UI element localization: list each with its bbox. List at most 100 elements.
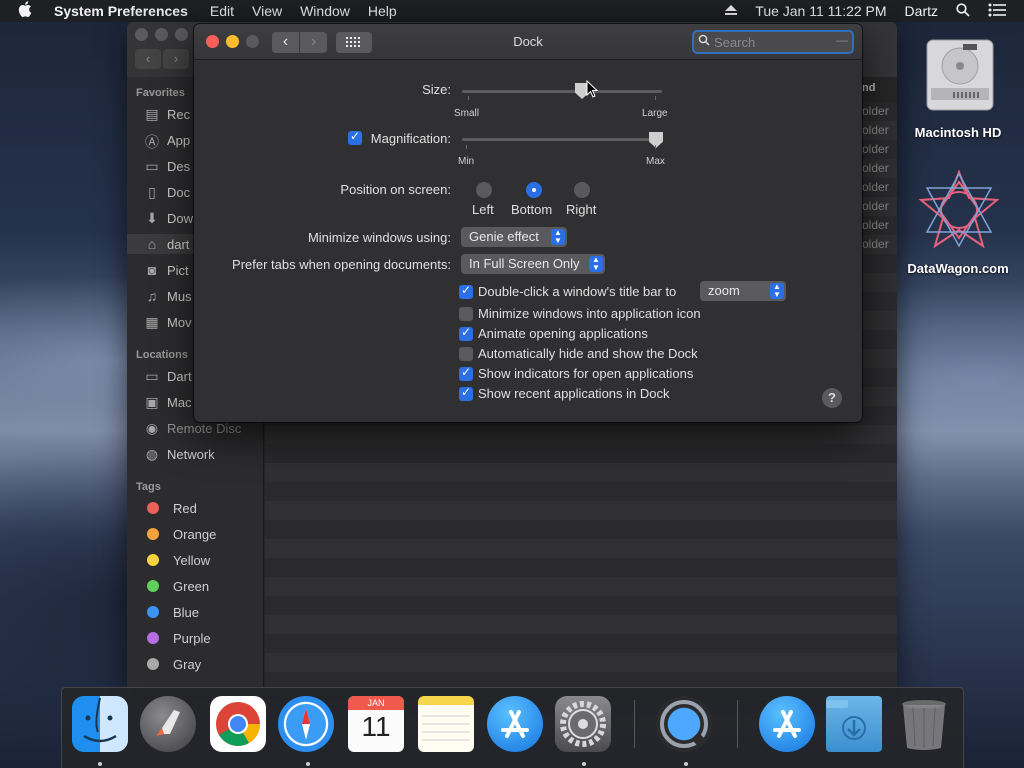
- animate-opening-checkbox[interactable]: [459, 325, 473, 341]
- desktop-icon: ▭: [145, 158, 159, 174]
- sidebar-tag-orange[interactable]: Orange: [143, 524, 261, 544]
- sidebar-tag-yellow[interactable]: Yellow: [143, 550, 261, 570]
- prefer-tabs-popup[interactable]: In Full Screen Only ▲ ▼: [461, 254, 605, 274]
- finder-close-button[interactable]: [135, 28, 148, 41]
- datawagon-icon[interactable]: [917, 168, 1001, 255]
- sidebar-tag-green[interactable]: Green: [143, 576, 261, 596]
- recents-icon: ▤: [145, 106, 159, 122]
- kind-cell: older: [862, 180, 889, 194]
- hard-drive-icon: ▣: [145, 394, 159, 410]
- dock-trash-icon[interactable]: [896, 696, 952, 752]
- prefs-titlebar: ‹ › Dock —: [194, 24, 862, 60]
- search-clear-icon[interactable]: —: [836, 33, 848, 47]
- tag-gray-dot: [147, 658, 159, 670]
- spotlight-search-icon[interactable]: [956, 2, 970, 20]
- double-click-label: Double-click a window's title bar to: [478, 284, 677, 299]
- position-bottom-label: Bottom: [511, 202, 553, 217]
- magnification-min-label: Min: [458, 156, 475, 167]
- dock-launchpad-icon[interactable]: [140, 696, 196, 752]
- sidebar-tag-blue[interactable]: Blue: [143, 602, 261, 622]
- dock-calendar-icon[interactable]: JAN 11: [348, 696, 404, 752]
- dock-notes-icon[interactable]: [418, 696, 474, 752]
- position-left-radio[interactable]: [476, 182, 492, 198]
- dock-safari-icon[interactable]: [278, 696, 334, 752]
- tag-yellow-dot: [147, 554, 159, 566]
- locations-header: Locations: [136, 349, 188, 361]
- macintosh-hd-label[interactable]: Macintosh HD: [898, 125, 1018, 140]
- tag-blue-dot: [147, 606, 159, 618]
- sidebar-item-network[interactable]: ◍ Network: [143, 444, 261, 464]
- dock-chrome-icon[interactable]: [210, 696, 266, 752]
- macintosh-hd-icon[interactable]: [923, 30, 997, 115]
- position-right-radio[interactable]: [574, 182, 590, 198]
- kind-cell: older: [862, 104, 889, 118]
- position-bottom-radio[interactable]: [526, 182, 542, 198]
- search-field[interactable]: —: [692, 30, 854, 54]
- size-min-label: Small: [454, 108, 480, 119]
- pictures-icon: ◙: [147, 262, 157, 278]
- dock: JAN 11: [61, 687, 964, 768]
- menu-window[interactable]: Window: [300, 3, 350, 19]
- user-menu[interactable]: Dartz: [905, 3, 938, 19]
- finder-back-button[interactable]: ‹: [135, 49, 161, 69]
- music-icon: ♫: [146, 288, 158, 304]
- dock-quicktime-icon[interactable]: [656, 696, 712, 752]
- downloads-icon: ⬇: [146, 210, 158, 226]
- show-indicators-checkbox[interactable]: [459, 365, 473, 381]
- size-tick: [655, 96, 656, 100]
- kind-cell: older: [862, 123, 889, 137]
- disc-icon: ◉: [145, 420, 159, 436]
- movies-icon: ▦: [145, 314, 159, 330]
- notification-center-icon[interactable]: [988, 3, 1006, 20]
- minimize-effect-popup[interactable]: Genie effect ▲ ▼: [461, 227, 567, 247]
- show-recent-apps-label: Show recent applications in Dock: [478, 386, 670, 401]
- clock[interactable]: Tue Jan 11 11:22 PM: [755, 3, 886, 19]
- datawagon-label[interactable]: DataWagon.com: [898, 261, 1018, 276]
- show-recent-apps-checkbox[interactable]: [459, 385, 473, 401]
- kind-cell: older: [862, 237, 889, 251]
- kind-column-header[interactable]: nd: [862, 82, 875, 94]
- finder-zoom-button[interactable]: [175, 28, 188, 41]
- help-button[interactable]: ?: [822, 388, 842, 408]
- position-label: Position on screen:: [340, 182, 451, 197]
- running-indicator: [306, 762, 310, 766]
- minimize-into-icon-checkbox[interactable]: [459, 307, 473, 321]
- menu-view[interactable]: View: [252, 3, 282, 19]
- size-label: Size:: [422, 82, 451, 97]
- dock-app-store-icon[interactable]: [487, 696, 543, 752]
- calendar-month: JAN: [348, 696, 404, 710]
- double-click-checkbox[interactable]: [459, 283, 473, 299]
- animate-opening-label: Animate opening applications: [478, 326, 648, 341]
- sidebar-tag-red[interactable]: Red: [143, 498, 261, 518]
- kind-cell: older: [862, 218, 889, 232]
- menu-help[interactable]: Help: [368, 3, 397, 19]
- autohide-dock-checkbox[interactable]: [459, 347, 473, 361]
- sidebar-tag-purple[interactable]: Purple: [143, 628, 261, 648]
- documents-icon: ▯: [148, 184, 156, 200]
- tag-red-dot: [147, 502, 159, 514]
- search-input[interactable]: [714, 34, 834, 50]
- tags-header: Tags: [136, 481, 161, 493]
- magnification-slider-thumb[interactable]: [649, 132, 663, 148]
- menu-edit[interactable]: Edit: [210, 3, 234, 19]
- finder-forward-button[interactable]: ›: [163, 49, 189, 69]
- double-click-action-popup[interactable]: zoom ▲ ▼: [700, 281, 786, 301]
- kind-cell: older: [862, 161, 889, 175]
- magnification-slider-track[interactable]: [462, 138, 662, 141]
- dock-recent-app-store-icon[interactable]: [759, 696, 815, 752]
- dock-downloads-folder-icon[interactable]: [826, 696, 882, 752]
- running-indicator: [98, 762, 102, 766]
- app-menu[interactable]: System Preferences: [54, 3, 188, 19]
- dock-system-preferences-icon[interactable]: [555, 696, 611, 752]
- dock-finder-icon[interactable]: [72, 696, 128, 752]
- popup-arrows-icon: ▲ ▼: [589, 256, 603, 272]
- double-click-action-value: zoom: [708, 283, 740, 298]
- eject-icon[interactable]: [725, 3, 738, 19]
- size-max-label: Large: [642, 108, 668, 119]
- apple-menu-icon[interactable]: [18, 0, 40, 22]
- size-slider-track[interactable]: [462, 90, 662, 93]
- sidebar-tag-gray[interactable]: Gray: [143, 654, 261, 674]
- kind-cell: older: [862, 142, 889, 156]
- mouse-cursor-icon: [586, 79, 599, 101]
- finder-minimize-button[interactable]: [155, 28, 168, 41]
